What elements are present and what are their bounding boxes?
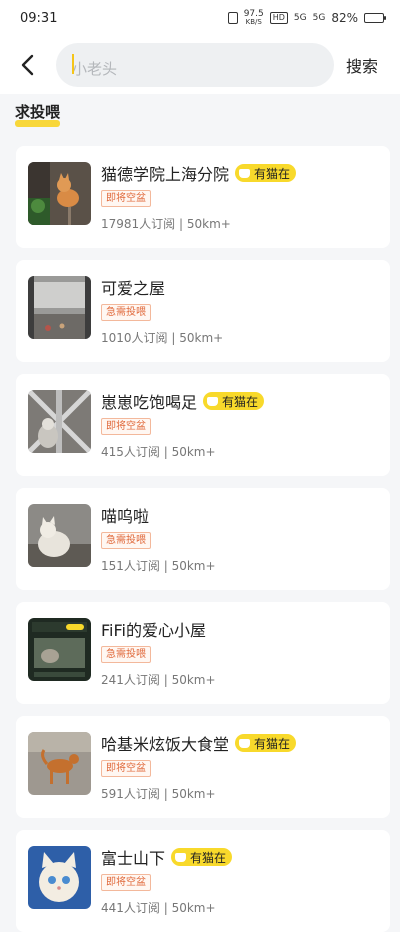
station-name: 哈基米炫饭大食堂 bbox=[101, 735, 230, 754]
signal-1-icon: 5G bbox=[293, 13, 307, 23]
station-card[interactable]: 喵呜啦 急需投喂 151人订阅 | 50km+ bbox=[16, 488, 390, 590]
station-info: 猫德学院上海分院 有猫在 即将空盆 17981人订阅 | 50km+ bbox=[101, 162, 378, 232]
status-tag: 即将空盆 bbox=[101, 760, 151, 777]
station-card[interactable]: 哈基米炫饭大食堂 有猫在 即将空盆 591人订阅 | 50km+ bbox=[16, 716, 390, 818]
vibrate-icon bbox=[227, 12, 238, 24]
station-info: 哈基米炫饭大食堂 有猫在 即将空盆 591人订阅 | 50km+ bbox=[101, 732, 378, 802]
station-card[interactable]: FiFi的爱心小屋 急需投喂 241人订阅 | 50km+ bbox=[16, 602, 390, 704]
status-time: 09:31 bbox=[20, 10, 58, 26]
title-highlight bbox=[15, 120, 61, 127]
status-tag: 急需投喂 bbox=[101, 304, 151, 321]
chevron-left-icon bbox=[21, 54, 34, 76]
bowl-icon bbox=[239, 168, 251, 178]
cat-present-badge: 有猫在 bbox=[171, 848, 233, 866]
station-photo bbox=[28, 276, 91, 339]
bowl-icon bbox=[175, 852, 187, 862]
station-meta: 151人订阅 | 50km+ bbox=[101, 559, 216, 573]
status-tag: 即将空盆 bbox=[101, 190, 151, 207]
cat-present-badge: 有猫在 bbox=[235, 164, 297, 182]
station-meta: 1010人订阅 | 50km+ bbox=[101, 331, 224, 345]
station-name: 富士山下 bbox=[101, 849, 166, 868]
cat-present-badge: 有猫在 bbox=[203, 392, 265, 410]
status-tag: 即将空盆 bbox=[101, 874, 151, 891]
station-card[interactable]: 崽崽吃饱喝足 有猫在 即将空盆 415人订阅 | 50km+ bbox=[16, 374, 390, 476]
station-info: 崽崽吃饱喝足 有猫在 即将空盆 415人订阅 | 50km+ bbox=[101, 390, 378, 460]
station-info: 富士山下 有猫在 即将空盆 441人订阅 | 50km+ bbox=[101, 846, 378, 916]
station-meta: 415人订阅 | 50km+ bbox=[101, 445, 216, 459]
station-info: FiFi的爱心小屋 急需投喂 241人订阅 | 50km+ bbox=[101, 618, 378, 688]
station-meta: 441人订阅 | 50km+ bbox=[101, 901, 216, 915]
search-button[interactable]: 搜索 bbox=[346, 53, 378, 77]
station-info: 喵呜啦 急需投喂 151人订阅 | 50km+ bbox=[101, 504, 378, 574]
station-meta: 241人订阅 | 50km+ bbox=[101, 673, 216, 687]
battery-icon bbox=[364, 13, 386, 23]
cat-present-badge: 有猫在 bbox=[235, 734, 297, 752]
status-bar: 09:31 97.5 KB/S HD 5G 5G 82% bbox=[0, 0, 400, 36]
section-header: 求投喂 bbox=[15, 101, 61, 127]
status-tag: 急需投喂 bbox=[101, 532, 151, 549]
signal-2-icon: 5G bbox=[312, 13, 326, 23]
station-name: 喵呜啦 bbox=[101, 507, 150, 526]
station-card[interactable]: 可爱之屋 急需投喂 1010人订阅 | 50km+ bbox=[16, 260, 390, 362]
text-cursor bbox=[72, 54, 74, 74]
station-photo bbox=[28, 162, 91, 225]
station-name: 猫德学院上海分院 bbox=[101, 165, 230, 184]
station-name: FiFi的爱心小屋 bbox=[101, 621, 206, 640]
station-photo bbox=[28, 846, 91, 909]
station-photo bbox=[28, 618, 91, 681]
bowl-icon bbox=[239, 738, 251, 748]
station-card[interactable]: 猫德学院上海分院 有猫在 即将空盆 17981人订阅 | 50km+ bbox=[16, 146, 390, 248]
search-input[interactable] bbox=[72, 52, 334, 78]
station-meta: 591人订阅 | 50km+ bbox=[101, 787, 216, 801]
status-tag: 即将空盆 bbox=[101, 418, 151, 435]
station-name: 崽崽吃饱喝足 bbox=[101, 393, 198, 412]
bowl-icon bbox=[207, 396, 219, 406]
status-icons: 97.5 KB/S HD 5G 5G 82% bbox=[227, 9, 386, 27]
section-title: 求投喂 bbox=[15, 103, 61, 121]
station-photo bbox=[28, 390, 91, 453]
search-box[interactable] bbox=[56, 43, 334, 87]
station-photo bbox=[28, 504, 91, 567]
status-tag: 急需投喂 bbox=[101, 646, 151, 663]
hd-icon: HD bbox=[269, 12, 288, 24]
station-name: 可爱之屋 bbox=[101, 279, 166, 298]
station-meta: 17981人订阅 | 50km+ bbox=[101, 217, 231, 231]
search-header: 搜索 bbox=[0, 36, 400, 94]
back-button[interactable] bbox=[0, 36, 56, 94]
network-speed: 97.5 KB/S bbox=[243, 9, 264, 27]
station-card[interactable]: 富士山下 有猫在 即将空盆 441人订阅 | 50km+ bbox=[16, 830, 390, 932]
station-photo bbox=[28, 732, 91, 795]
battery-percent: 82% bbox=[331, 11, 358, 25]
station-info: 可爱之屋 急需投喂 1010人订阅 | 50km+ bbox=[101, 276, 378, 346]
